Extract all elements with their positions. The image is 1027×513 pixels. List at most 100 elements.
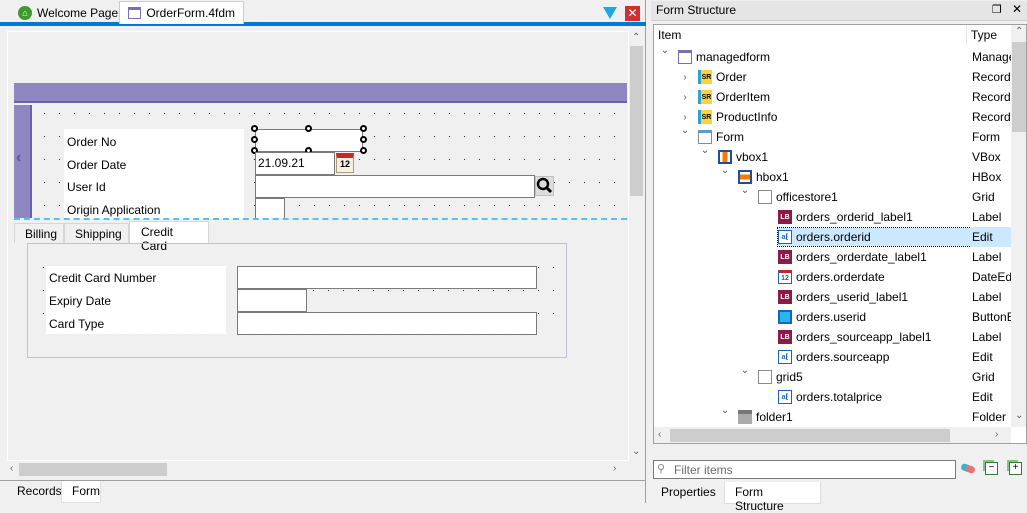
tree-item-name-cell: a⁅ orders.sourceapp (778, 348, 973, 366)
tab-form-structure[interactable]: Form Structure (724, 482, 821, 513)
resize-handle[interactable] (360, 147, 367, 154)
horizontal-scrollbar[interactable]: ‹ › (7, 461, 629, 478)
collapse-all-icon[interactable]: − (985, 462, 998, 475)
tab-billing[interactable]: Billing (14, 223, 64, 243)
tree-item[interactable]: › SR ProductInfo Record (654, 107, 1012, 127)
column-item[interactable]: Item (658, 28, 681, 42)
tree-item[interactable]: LB orders_orderdate_label1 Label (654, 247, 1012, 267)
chevron-right-icon[interactable]: › (680, 92, 690, 103)
tree-item-type: Label (972, 210, 1002, 224)
scroll-thumb[interactable] (1012, 42, 1026, 132)
card-type-field[interactable] (237, 312, 537, 335)
label-order-date[interactable]: Order Date (67, 158, 126, 172)
close-icon[interactable]: ✕ (625, 6, 640, 21)
tree-item-type: Edit (970, 227, 1012, 247)
tab-welcome-page[interactable]: ⌂ Welcome Page (10, 2, 126, 24)
tree-item[interactable]: orders.userid ButtonE (654, 307, 1012, 327)
scroll-right-icon[interactable]: › (995, 429, 998, 440)
chevron-down-icon[interactable]: ⌄ (680, 125, 690, 136)
user-id-field[interactable] (255, 175, 535, 198)
tab-properties[interactable]: Properties (651, 482, 726, 504)
float-window-icon[interactable]: ❐ (992, 3, 1002, 16)
expand-all-icon[interactable]: + (1009, 462, 1022, 475)
scroll-left-icon[interactable]: ‹ (658, 429, 661, 440)
resize-handle[interactable] (360, 125, 367, 132)
chevron-down-icon[interactable]: ⌄ (700, 145, 710, 156)
scroll-left-icon[interactable]: ‹ (10, 463, 13, 474)
order-date-field[interactable]: 21.09.21 (255, 152, 335, 175)
hbox-container-bar[interactable]: ‹ (14, 105, 32, 218)
resize-handle[interactable] (251, 136, 258, 143)
tree-item-label: orders.orderdate (796, 270, 885, 284)
tree-vertical-scrollbar[interactable]: ⌃ ⌄ (1011, 25, 1026, 427)
tree-item[interactable]: ⌄ hbox1 HBox (654, 165, 1012, 187)
tree-item-type: DateEdi (972, 270, 1012, 284)
vbox-container-bar[interactable] (14, 83, 627, 103)
expiry-date-field[interactable] (237, 289, 307, 312)
label-origin-application[interactable]: Origin Application (67, 203, 160, 217)
tree-item[interactable]: 12 orders.orderdate DateEdi (654, 267, 1012, 287)
chevron-left-icon[interactable]: ‹ (16, 149, 21, 167)
tree-horizontal-scrollbar[interactable]: ‹ › (654, 427, 1011, 443)
scroll-down-icon[interactable]: ⌄ (632, 446, 640, 457)
chevron-right-icon[interactable]: › (680, 112, 690, 123)
tab-label: Records (17, 484, 62, 498)
tab-form[interactable]: Form (61, 481, 101, 503)
tree-item[interactable]: ⌄ officestore1 Grid (654, 185, 1012, 207)
chevron-down-icon[interactable]: ⌄ (740, 365, 750, 376)
scroll-down-icon[interactable]: ⌄ (1015, 410, 1023, 421)
filter-input[interactable]: ⚲ Filter items (653, 460, 956, 479)
tree-item[interactable]: ⌄ managedform Manage (654, 45, 1012, 67)
tree-item[interactable]: a⁅ orders.orderid Edit (654, 227, 1012, 247)
tree-item[interactable]: ⌄ Form Form (654, 125, 1012, 147)
chevron-right-icon[interactable]: › (680, 72, 690, 83)
tab-credit-card[interactable]: Credit Card (129, 221, 209, 253)
label-expiry-date[interactable]: Expiry Date (49, 294, 111, 308)
record-icon: SR (698, 90, 712, 104)
label-card-type[interactable]: Card Type (49, 317, 104, 331)
tree-item[interactable]: LB orders_orderid_label1 Label (654, 207, 1012, 227)
vertical-scrollbar[interactable]: ⌃ ⌄ (629, 31, 644, 461)
scroll-up-icon[interactable]: ⌃ (632, 32, 640, 43)
resize-handle[interactable] (251, 125, 258, 132)
close-icon[interactable]: ✕ (1012, 2, 1022, 16)
scroll-thumb[interactable] (630, 46, 643, 196)
tree-item[interactable]: ⌄ grid5 Grid (654, 365, 1012, 387)
resize-handle[interactable] (360, 136, 367, 143)
origin-application-field[interactable] (255, 198, 285, 218)
tree-item[interactable]: a⁅ orders.totalprice Edit (654, 387, 1012, 407)
calendar-icon[interactable]: 12 (336, 153, 354, 173)
scroll-right-icon[interactable]: › (613, 463, 616, 474)
chevron-down-icon[interactable]: ⌄ (720, 165, 730, 176)
tab-orderform[interactable]: OrderForm.4fdm (119, 1, 244, 24)
tree-item-type: Record (972, 110, 1011, 124)
scroll-thumb[interactable] (670, 429, 950, 442)
scroll-thumb[interactable] (19, 463, 167, 476)
tree-item[interactable]: a⁅ orders.sourceapp Edit (654, 347, 1012, 367)
column-divider[interactable] (966, 25, 967, 45)
label-order-no[interactable]: Order No (67, 135, 116, 149)
chevron-down-icon[interactable]: ⌄ (660, 45, 670, 56)
resize-handle[interactable] (305, 125, 312, 132)
tree-item-type: Edit (972, 390, 993, 404)
tree-item[interactable]: ⌄ folder1 Folder (654, 405, 1012, 427)
eraser-icon[interactable] (960, 462, 976, 475)
card-number-field[interactable] (237, 266, 537, 289)
scroll-up-icon[interactable]: ⌃ (1015, 26, 1023, 37)
tab-shipping[interactable]: Shipping (64, 223, 129, 243)
tree-item[interactable]: LB orders_sourceapp_label1 Label (654, 327, 1012, 347)
tree-item[interactable]: LB orders_userid_label1 Label (654, 287, 1012, 307)
chevron-down-icon[interactable]: ⌄ (740, 185, 750, 196)
tree-item-name-cell: SR Order (698, 68, 893, 86)
header-labels: Order No Order Date User Id Origin Appli… (64, 129, 244, 219)
search-icon[interactable] (535, 176, 554, 196)
label-user-id[interactable]: User Id (67, 180, 106, 194)
column-type[interactable]: Type (971, 28, 997, 42)
tree-item[interactable]: › SR Order Record (654, 67, 1012, 87)
chevron-down-icon[interactable]: ⌄ (720, 405, 730, 416)
label-card-number[interactable]: Credit Card Number (49, 271, 156, 285)
tree-item[interactable]: › SR OrderItem Record (654, 87, 1012, 107)
triangle-down-icon[interactable] (603, 7, 617, 19)
tree-item-type: Manage (972, 50, 1012, 64)
tree-item[interactable]: ⌄ vbox1 VBox (654, 145, 1012, 167)
